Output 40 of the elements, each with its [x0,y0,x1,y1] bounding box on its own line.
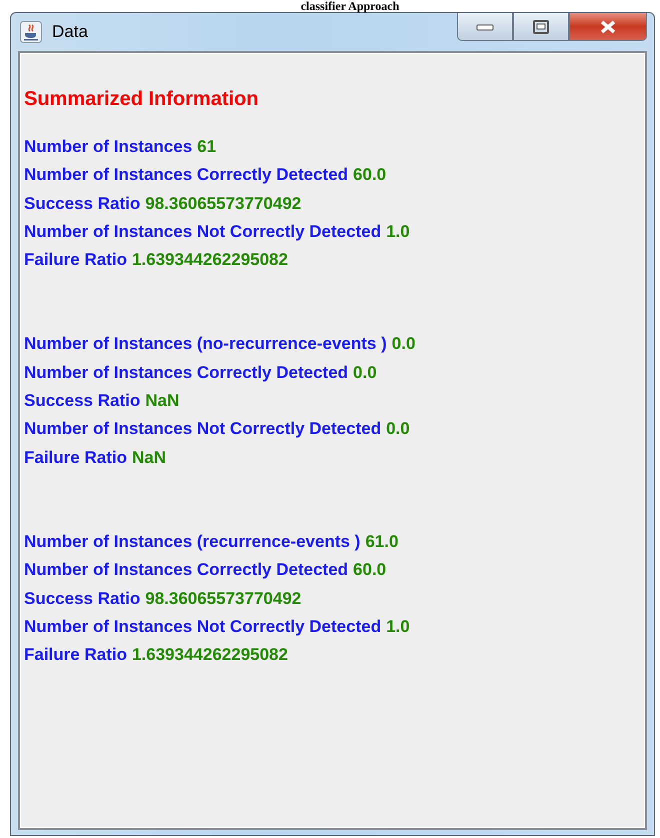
stat-value: 61 [197,137,216,156]
minimize-button[interactable] [457,13,513,41]
window-title: Data [52,22,88,42]
stat-label: Number of Instances Correctly Detected [24,362,348,382]
minimize-icon [476,22,494,30]
stat-value: 0.0 [392,334,416,354]
stat-label: Failure Ratio [24,645,127,664]
maximize-icon [532,20,550,34]
stat-value: NaN [145,391,180,410]
stat-value: 1.639344262295082 [132,645,288,664]
stat-label: Success Ratio [24,391,140,410]
stat-value: 0.0 [353,362,377,382]
close-button[interactable] [569,13,647,41]
stat-label: Failure Ratio [24,250,127,270]
close-icon [598,20,618,34]
stat-label: Number of Instances Not Correctly Detected [24,616,382,636]
stat-value: 1.0 [386,222,410,241]
stat-label: Number of Instances [24,137,192,156]
stat-label: Number of Instances (no-recurrence-events ) [24,334,387,354]
maximize-button[interactable] [513,13,569,41]
stat-label: Number of Instances (recurrence-events ) [24,532,360,551]
stat-value: 60.0 [353,560,386,580]
stat-value: 98.36065573770492 [145,194,302,213]
stat-value: 98.36065573770492 [145,588,302,608]
stat-label: Failure Ratio [24,448,127,467]
document-caption: classifier Approach [300,0,400,12]
stat-label: Number of Instances Not Correctly Detected [24,419,382,438]
stat-label: Success Ratio [24,588,140,608]
stat-value: 1.639344262295082 [132,250,288,270]
coffee-cup-icon [20,21,42,43]
stat-label: Number of Instances Correctly Detected [24,165,348,184]
stat-label: Success Ratio [24,194,140,213]
stat-value: 61.0 [365,532,398,551]
stat-value: 1.0 [386,616,410,636]
stat-value: NaN [132,448,166,467]
stat-value: 0.0 [386,419,410,438]
stat-label: Number of Instances Correctly Detected [24,560,348,580]
stat-label: Number of Instances Not Correctly Detected [24,222,382,241]
summary-heading: Summarized Information [24,87,260,111]
stat-value: 60.0 [353,165,386,184]
